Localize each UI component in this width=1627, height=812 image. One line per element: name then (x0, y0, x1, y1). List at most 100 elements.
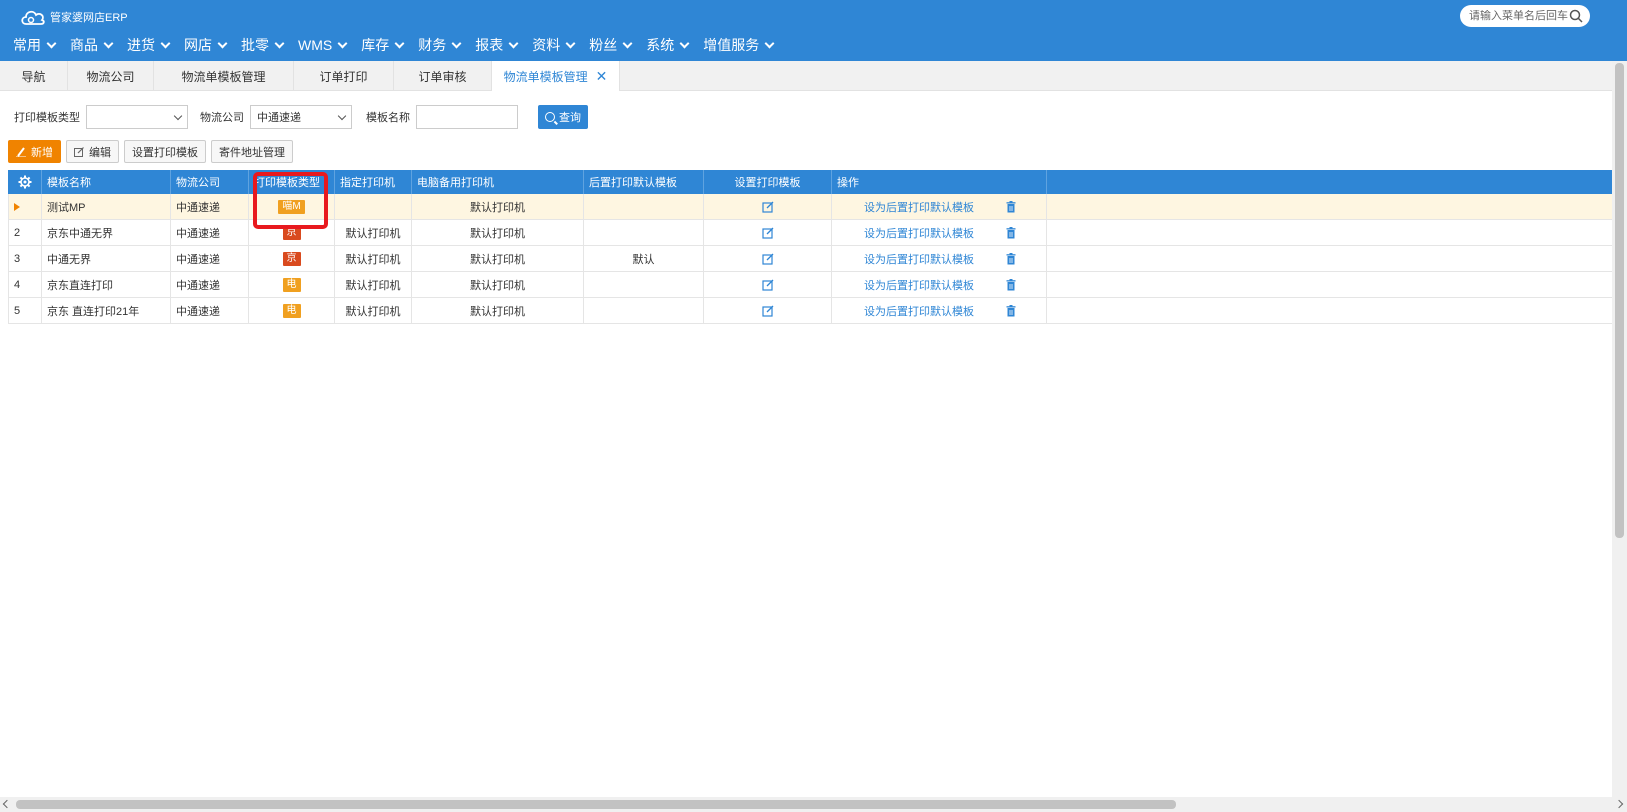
menu-item[interactable]: 进货 (127, 35, 171, 55)
chevron-down-icon (764, 38, 775, 48)
menu-item[interactable]: 批零 (241, 35, 285, 55)
column-header[interactable]: 设置打印模板 (704, 170, 832, 194)
column-header[interactable]: 操作 (832, 170, 1047, 194)
tab[interactable]: 物流单模板管理 ✕ (492, 61, 620, 91)
set-post-default-link[interactable]: 设为后置打印默认模板 (864, 199, 974, 215)
edit-icon[interactable] (761, 305, 774, 317)
assigned-printer-cell (335, 194, 412, 220)
horizontal-scroll-thumb[interactable] (16, 800, 1176, 809)
delete-button[interactable] (1006, 279, 1016, 291)
menu-item[interactable]: 常用 (13, 35, 57, 55)
vertical-scroll-thumb[interactable] (1615, 63, 1624, 538)
trash-icon (1006, 253, 1016, 265)
menu-item[interactable]: 系统 (646, 35, 690, 55)
backup-printer-cell: 默认打印机 (412, 194, 584, 220)
set-post-default-link[interactable]: 设为后置打印默认模板 (864, 251, 974, 267)
tab[interactable]: 订单打印 (294, 61, 394, 91)
query-button-label: 查询 (559, 112, 581, 124)
column-header[interactable]: 物流公司 (171, 170, 249, 194)
edit-icon[interactable] (761, 279, 774, 291)
edit-icon[interactable] (761, 227, 774, 239)
trash-icon (1006, 305, 1016, 317)
menu-item[interactable]: 库存 (361, 35, 405, 55)
template-name-label: 模板名称 (366, 112, 410, 124)
print-type-select[interactable] (86, 105, 188, 129)
post-print-default-cell: 默认 (584, 246, 704, 272)
table-row[interactable]: 3 中通无界 中通速递京默认打印机 默认打印机 默认 设为后置打印默认模板 (8, 246, 1612, 272)
menu-item[interactable]: 商品 (70, 35, 114, 55)
chevron-down-icon (274, 38, 285, 48)
app-logo[interactable]: 管家婆网店ERP (20, 7, 128, 27)
delete-button[interactable] (1006, 253, 1016, 265)
template-name-cell: 京东中通无界 (42, 220, 171, 246)
edit-icon[interactable] (761, 253, 774, 265)
delete-button[interactable] (1006, 201, 1016, 213)
filter-bar: 打印模板类型 物流公司 中通速递 模板名称 查询 (14, 104, 588, 130)
menu-item[interactable]: 资料 (532, 35, 576, 55)
logistics-select[interactable]: 中通速递 (250, 105, 352, 129)
logistics-company-cell: 中通速递 (171, 298, 249, 324)
table-row[interactable]: 5 京东 直连打印21年 中通速递 电 默认打印机 默认打印机 设为后置打印默认模板 (8, 298, 1612, 324)
table-row[interactable]: 测试MP 中通速递 喵M 默认打印机 设为后置打印默认模板 (8, 194, 1612, 220)
menu-search[interactable] (1460, 5, 1590, 27)
delete-button[interactable] (1006, 305, 1016, 317)
menu-item-label: 批零 (241, 37, 269, 53)
edit-icon[interactable] (761, 201, 774, 213)
menu-search-input[interactable] (1469, 10, 1569, 22)
add-button[interactable]: 新增 (8, 140, 61, 163)
chevron-down-icon (508, 38, 519, 48)
table-row[interactable]: 4 京东直连打印 中通速递 电 默认打印机 默认打印机 设为后置打印默认模板 (8, 272, 1612, 298)
logistics-company-cell: 中通速递 (171, 272, 249, 298)
menu-item[interactable]: 增值服务 (703, 35, 775, 55)
query-button[interactable]: 查询 (538, 105, 588, 129)
menu-item[interactable]: 网店 (184, 35, 228, 55)
menu-item-label: 网店 (184, 37, 212, 53)
column-header[interactable]: 模板名称 (42, 170, 171, 194)
horizontal-scrollbar[interactable] (0, 797, 1627, 812)
delete-button[interactable] (1006, 227, 1016, 239)
actions-cell: 设为后置打印默认模板 (832, 272, 1047, 298)
column-header[interactable]: 电脑备用打印机 (412, 170, 584, 194)
set-print-template-cell (704, 220, 832, 246)
scroll-left-icon[interactable] (2, 799, 12, 809)
grid-body: 测试MP 中通速递 喵M 默认打印机 设为后置打印默认模板 2 京东中通无界 中通速递京默认打… (8, 194, 1612, 324)
edit-button-label: 编辑 (89, 146, 111, 159)
tab[interactable]: 物流单模板管理 (154, 61, 294, 91)
backup-printer-cell: 默认打印机 (412, 246, 584, 272)
menu-item[interactable]: 财务 (418, 35, 462, 55)
trash-icon (1006, 279, 1016, 291)
chevron-down-icon (173, 111, 183, 120)
grid-settings-cell[interactable] (8, 170, 42, 194)
menu-item[interactable]: 报表 (475, 35, 519, 55)
assigned-printer-cell: 默认打印机 (335, 298, 412, 324)
tab[interactable]: 导航 (0, 61, 68, 91)
column-header[interactable]: 后置打印默认模板 (584, 170, 704, 194)
set-post-default-link[interactable]: 设为后置打印默认模板 (864, 277, 974, 293)
assigned-printer-cell: 默认打印机 (335, 220, 412, 246)
table-row[interactable]: 2 京东中通无界 中通速递 京 默认打印机 默认打印机 设为后置打印默认模板 (8, 220, 1612, 246)
backup-printer-cell: 默认打印机 (412, 220, 584, 246)
print-type-cell: 电 (249, 272, 335, 298)
set-post-default-link[interactable]: 设为后置打印默认模板 (864, 303, 974, 319)
tab[interactable]: 物流公司 (68, 61, 154, 91)
tab[interactable]: 订单审核 (394, 61, 492, 91)
menu-item[interactable]: WMS (298, 37, 348, 53)
main-menu: 常用 商品 进货 网店 批零 WMS 库存 财务 报表 资料 粉丝 系统 增值服务 (13, 35, 788, 55)
print-type-label: 打印模板类型 (14, 112, 80, 124)
set-print-template-button[interactable]: 设置打印模板 (124, 140, 206, 163)
column-header[interactable]: 打印模板类型 (249, 170, 335, 194)
scroll-right-icon[interactable] (1614, 799, 1624, 809)
print-type-badge: 喵M (278, 200, 305, 214)
row-index-cell: 4 (8, 272, 42, 298)
menu-item[interactable]: 粉丝 (589, 35, 633, 55)
vertical-scrollbar[interactable] (1612, 61, 1627, 797)
search-icon[interactable] (1569, 9, 1583, 23)
set-post-default-link[interactable]: 设为后置打印默认模板 (864, 225, 974, 241)
close-icon[interactable]: ✕ (596, 68, 608, 85)
chevron-down-icon (565, 38, 576, 48)
column-header[interactable]: 指定打印机 (335, 170, 412, 194)
template-name-input[interactable] (416, 105, 518, 129)
sender-address-button[interactable]: 寄件地址管理 (211, 140, 293, 163)
edit-button[interactable]: 编辑 (66, 140, 119, 163)
sender-address-label: 寄件地址管理 (219, 146, 285, 159)
